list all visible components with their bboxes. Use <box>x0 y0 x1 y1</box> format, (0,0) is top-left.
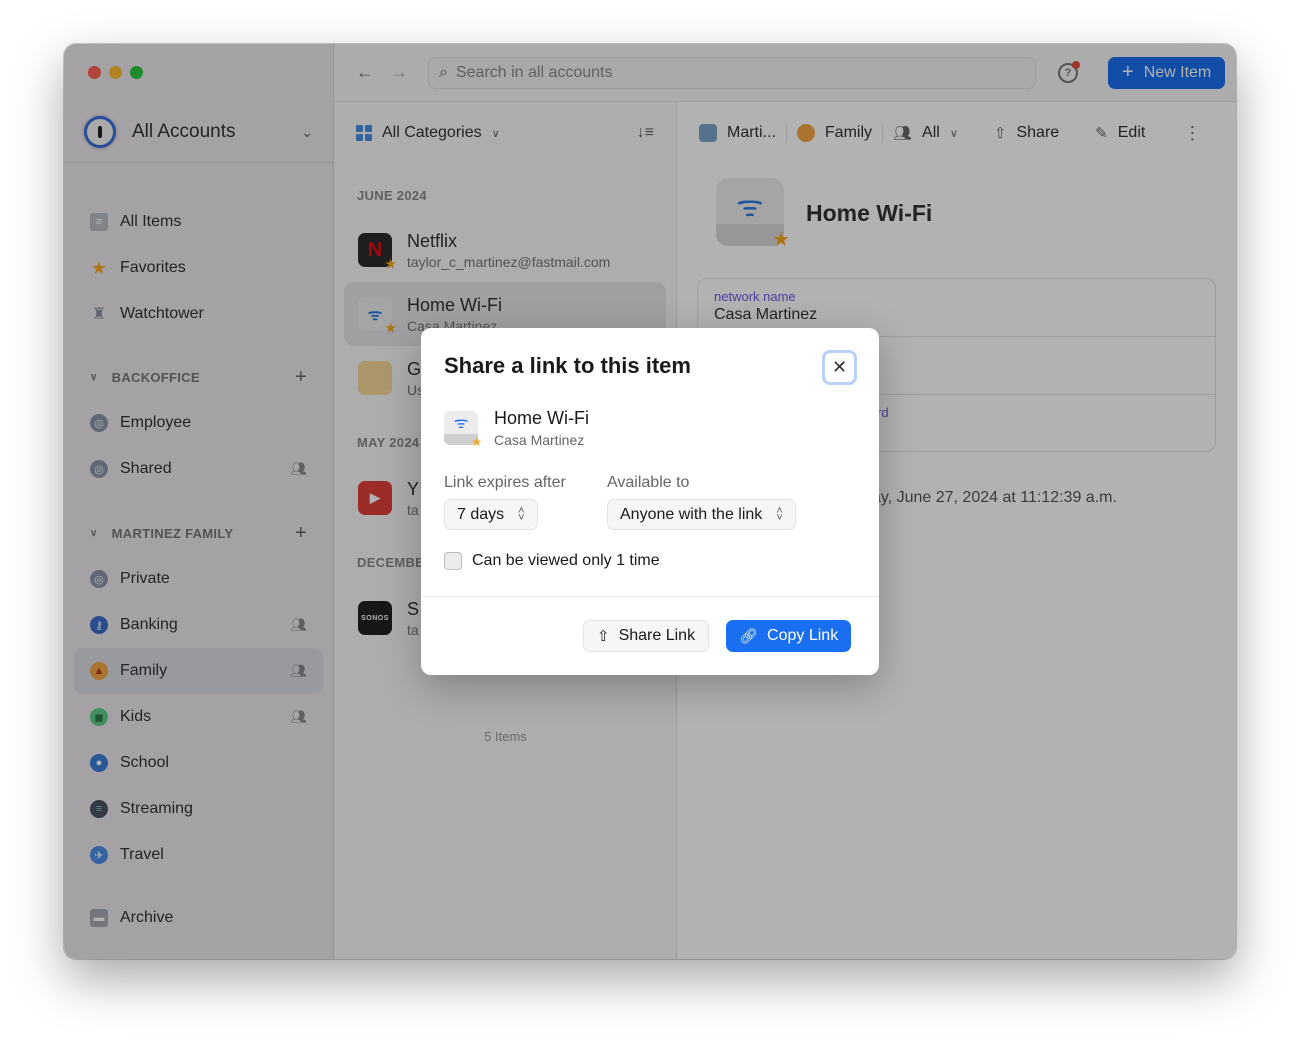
favorite-star-icon: ★ <box>471 435 482 449</box>
shared-item: ᯤ ★ Home Wi-Fi Casa Martinez <box>444 408 589 449</box>
close-dialog-button[interactable]: ✕ <box>822 350 857 385</box>
shared-item-subtitle: Casa Martinez <box>494 432 585 448</box>
expires-label: Link expires after <box>444 474 566 491</box>
share-link-label: Share Link <box>618 627 696 644</box>
available-value: Anyone with the link <box>620 505 763 523</box>
updown-chevron-icon: ˄ ˅ <box>776 504 783 524</box>
copy-link-button[interactable]: 🔗︎ Copy Link <box>726 620 852 652</box>
view-once-option[interactable]: Can be viewed only 1 time <box>444 552 660 570</box>
expires-value: 7 days <box>457 505 505 523</box>
updown-chevron-icon: ˄ ˅ <box>518 504 525 524</box>
available-label: Available to <box>607 474 690 491</box>
available-to-select[interactable]: Anyone with the link ˄ ˅ <box>607 499 796 530</box>
expires-select[interactable]: 7 days ˄ ˅ <box>444 499 538 530</box>
view-once-checkbox[interactable] <box>444 552 462 570</box>
view-once-label: Can be viewed only 1 time <box>472 552 660 569</box>
shared-item-title: Home Wi-Fi <box>494 408 589 428</box>
copy-link-label: Copy Link <box>767 627 839 644</box>
share-link-button[interactable]: ⇧ Share Link <box>583 620 710 652</box>
share-icon: ⇧ <box>597 628 610 645</box>
dialog-title: Share a link to this item <box>444 353 691 378</box>
share-link-dialog: Share a link to this item ✕ ᯤ ★ Home Wi-… <box>421 328 879 675</box>
close-icon: ✕ <box>831 357 848 377</box>
link-icon: 🔗︎ <box>739 628 759 645</box>
divider <box>421 596 879 597</box>
wifi-router-icon: ᯤ ★ <box>444 411 482 449</box>
